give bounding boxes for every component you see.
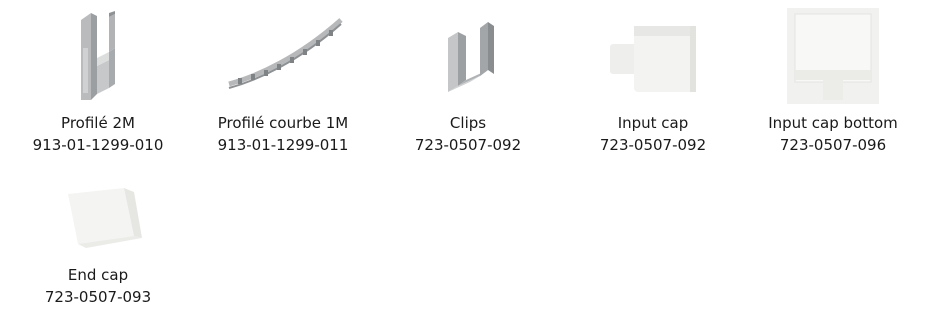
product-name: Profilé 2M [61,114,135,132]
product-reference: 913-01-1299-011 [217,136,349,154]
input-cap-bottom-image [787,8,879,104]
product-name: Profilé courbe 1M [217,114,349,132]
end-cap-image [38,172,158,260]
product-reference: 723-0507-096 [779,136,887,154]
product-caption: Profilé courbe 1M 913-01-1299-011 [193,112,373,156]
product-caption: Input cap 723-0507-092 [563,112,743,156]
product-reference: 913-01-1299-010 [32,136,164,154]
curved-profile-image [213,8,353,108]
product-caption: Input cap bottom 723-0507-096 [743,112,923,156]
product-name: Clips [449,114,487,132]
product-caption: Clips 723-0507-092 [378,112,558,156]
input-cap-image [598,8,708,108]
aluminium-profile-image [53,8,143,108]
product-caption: End cap 723-0507-093 [8,264,188,308]
product-name: End cap [67,266,129,284]
product-reference: 723-0507-093 [44,288,152,306]
product-reference: 723-0507-092 [414,136,522,154]
product-reference: 723-0507-092 [599,136,707,154]
product-name: Input cap [617,114,689,132]
product-caption: Profilé 2M 913-01-1299-010 [8,112,188,156]
product-name: Input cap bottom [768,114,898,132]
clip-image [418,8,518,108]
